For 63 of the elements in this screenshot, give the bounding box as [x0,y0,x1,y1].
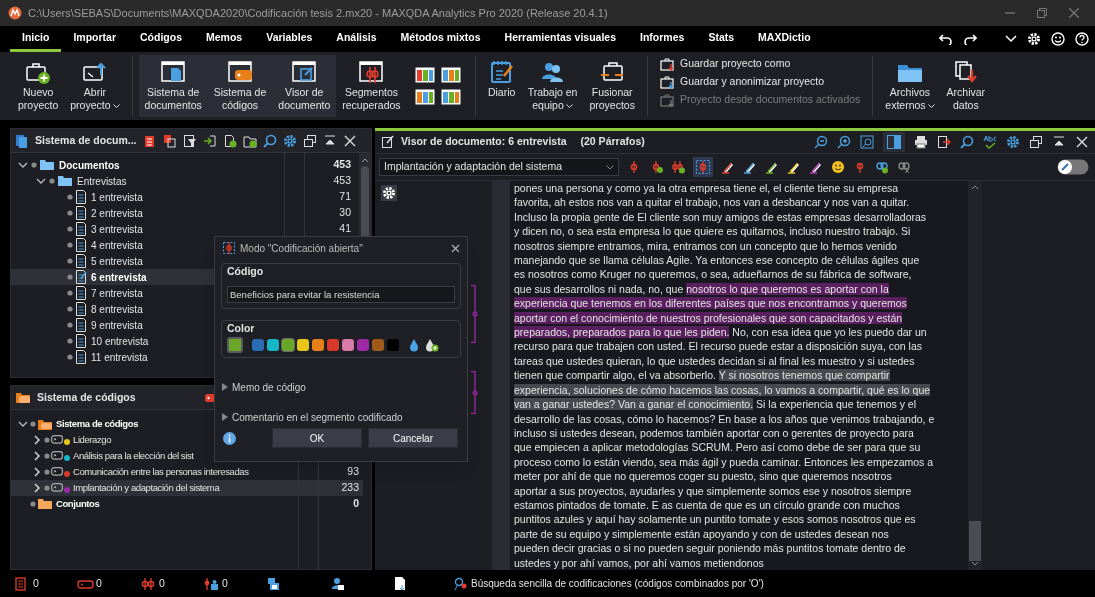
tree-item[interactable]: 11 entrevista [53,349,351,365]
document-text: pones una persona y como ya la otra empresa tiene el, el cliente tiene su empresa favorita, ah estos nos van a quitar el trabajo, nos van a desbancar y nos van a quitar. Incluso la propia gente de El cliente son muy amigos de estas empresas desarrolladoras y dicen no, o sea esta empresa lo que quiere es quitarnos, incluso nuestro trabajo. Si nosotros siempre entramos, mira, entramos con un concepto que lo hemos venido manejando que se llama células Agile. Ya entonces ese concepto de células ágiles que es nosotros como Kruger no queremos, o sea, adueñarnos de su fábrica de software, que sus desarrollos ni nada, no, que nosotros lo que queremos es aportar con la experiencia que tenemos en los diferentes países que nos encontramos y queremos aportar con el conocimiento de nuestros profesionales que son capacitados y están preparados, preparados para lo que les piden. No, con esa idea que yo les puedo dar un recurso para que trabajen con usted. El recurso puede estar a disposición suya, con las tareas que ustedes quieran, lo que ustedes decidan si al final les muestro y si ustedes tienen que compartir algo, el va absorberlo. Y si nosotros tenemos que compartir experiencia, soluciones de cómo hacemos las cosas, lo vamos a compartir, qué es lo que van a ganar ustedes? Van a ganar el conocimiento. Si la experiencia que tenemos y el desarrollo de las cosas, cómo lo hacemos? En base a los años que venimos trabajando, e incluso si ustedes desean, podemos también aportar con o gerentes de proyecto para que empiecen a aplicar metodologías SCRUM. Pero así como debe de ser para que su proceso como lo están viendo, sea más ágil y pueda caminar. Entonces les empezamos a meter por ahí de que no queremos coger su puesto, sino que queremos nosotros aportar a sus proyectos, ayudarles y que simplemente somos ese y nosotros siempre estamos pintados de tomate. E as cuenta de que es un círculo grande con muchos puntitos azules y aquí hay solamente un puntito tomate y esos somos nosotros que es parte de su equipo y simplemente están apoyando y con de ustedes desean nos pueden decir gracias o si no pueden seguir poniendo más puntitos tomate dentro de ustedes y por ahí vamos, por ahí vamos metiendonos [514,181,936,570]
tree-item[interactable]: Documentos [17,157,334,173]
ribbon-button[interactable]: Sistema de documentos [138,55,208,117]
count-label: 41 [339,221,351,237]
menu-tab[interactable]: Análisis [324,26,389,52]
status-message: Búsqueda sencilla de codificaciones (códigos combinados por 'O') [471,577,764,591]
menu-tab[interactable]: Métodos mixtos [388,26,493,52]
expander[interactable]: Memo de código [221,380,461,394]
tree-item[interactable]: Implantación y adaptación del sistema [31,480,342,496]
tree-item[interactable]: Comunicación entre las personas interesadas [31,464,348,480]
panel-title: Sistema de docum... [35,132,137,148]
tree-item[interactable]: 2 entrevista [53,205,340,221]
menu-tab[interactable]: Memos [194,26,255,52]
count-label: 30 [339,205,351,221]
field-label: Código [227,264,264,278]
panel-title: Visor de documento: 6 entrevista [401,134,567,150]
dialog-button[interactable]: OK [272,428,362,448]
menu-tab[interactable]: MAXDictio [746,26,823,52]
field-label: Color [227,321,255,335]
counter-label: 0 [33,575,39,591]
ribbon-button[interactable]: Sistema de códigos [207,55,273,117]
ribbon-button[interactable]: Archivos externos [879,55,941,117]
ribbon-button[interactable]: Archivar datos [940,55,992,117]
counter-label: 0 [159,575,165,591]
tree-item[interactable]: 1 entrevista [53,189,340,205]
menu-tab[interactable]: Variables [254,26,325,52]
code-name-field[interactable]: Beneficios para evitar la resistencia [227,286,455,303]
ribbon-button[interactable]: Segmentos recuperados [336,55,407,117]
count-label: 233 [341,480,359,496]
count-label: 93 [347,464,359,480]
ribbon-button[interactable]: Abrir proyecto [64,55,126,117]
code-dropdown[interactable]: Implantación y adaptación del sistema [379,158,619,176]
count-label: 453 [333,173,351,189]
counter-label: 0 [222,575,228,591]
count-label: 71 [339,189,351,205]
ribbon-button[interactable]: Visor de documento [272,55,337,117]
tree-item[interactable]: Conjuntos [17,496,354,512]
tree-item[interactable]: 8 entrevista [53,301,351,317]
ribbon-button[interactable]: Diario [481,55,522,117]
ribbon-button[interactable]: Nuevo proyecto [12,55,65,117]
menu-tab[interactable]: Herramientas visuales [492,26,629,52]
menu-tab[interactable]: Códigos [128,26,194,52]
dialog-button[interactable]: Cancelar [368,428,458,448]
paragraph-count: (20 Párrafos) [580,134,645,150]
tree-item[interactable]: Análisis para la elección del sist [31,448,359,464]
count-label: 0 [353,496,359,512]
count-label: 453 [333,157,351,173]
window-title: C:\Users\SEBAS\Documents\MAXQDA2020\Codificación tesis 2.mx20 - MAXQDA Analytics Pro 2020 (Release 20.4.1) [28,5,608,21]
menu-tab[interactable]: Stats [696,26,747,52]
menu-tab[interactable]: Importar [61,26,128,52]
tree-item[interactable]: 3 entrevista [53,221,340,237]
ribbon-button[interactable]: Fusionar proyectos [583,55,641,117]
counter-label: 0 [96,575,102,591]
menu-tab[interactable]: Informes [628,26,697,52]
expander[interactable]: Comentario en el segmento codificado [221,410,461,424]
panel-title: Sistema de códigos [37,389,136,405]
tree-item[interactable]: Entrevistas [35,173,334,189]
ribbon-list-item[interactable]: Guardar proyecto como [659,56,861,72]
ribbon-list-item[interactable]: Guardar y anonimizar proyecto [659,74,861,90]
ribbon-button[interactable]: Trabajo en equipo [521,55,584,117]
dialog-title: Modo "Codificación abierta" [240,241,363,256]
tree-item[interactable]: 10 entrevista [53,333,351,349]
